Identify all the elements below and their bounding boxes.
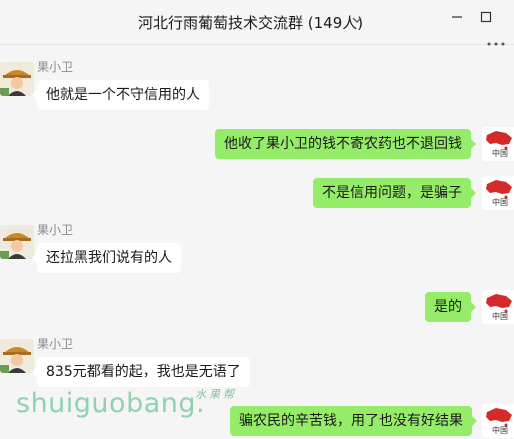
china-map-avatar-icon[interactable]: 中国 <box>482 176 514 210</box>
farmer-avatar-icon[interactable] <box>0 225 34 259</box>
more-icon[interactable] <box>484 40 508 48</box>
avatar-text: 中国 <box>492 197 508 207</box>
watermark-text-cn: 水果帮 <box>195 388 237 401</box>
watermark-text: shuiguobang. <box>16 388 206 419</box>
avatar-text: 中国 <box>492 425 508 435</box>
message-bubble[interactable]: 骗农民的辛苦钱，用了也没有好结果 <box>230 406 477 436</box>
maximize-icon[interactable] <box>479 10 493 24</box>
message-bubble[interactable]: 不是信用问题，是骗子 <box>313 178 476 208</box>
china-map-avatar-icon[interactable]: 中国 <box>482 127 514 161</box>
minimize-icon[interactable] <box>450 10 464 24</box>
china-map-avatar-icon[interactable]: 中国 <box>482 404 514 438</box>
sender-name: 果小卫 <box>37 337 74 351</box>
china-map-avatar-icon[interactable]: 中国 <box>482 290 514 324</box>
message-bubble[interactable]: 他收了果小卫的钱不寄农药也不退回钱 <box>215 129 476 159</box>
sender-name: 果小卫 <box>37 223 74 237</box>
avatar-text: 中国 <box>492 311 508 321</box>
chat-title[interactable]: 河北行雨葡萄技术交流群 (149人) <box>138 12 363 33</box>
title-bar: 河北行雨葡萄技术交流群 (149人) <box>0 0 514 45</box>
chevron-down-icon[interactable] <box>352 16 362 24</box>
farmer-avatar-icon[interactable] <box>0 339 34 373</box>
avatar-text: 中国 <box>492 148 508 158</box>
message-bubble[interactable]: 他就是一个不守信用的人 <box>32 80 209 110</box>
farmer-avatar-icon[interactable] <box>0 62 34 96</box>
sender-name: 果小卫 <box>37 60 74 74</box>
message-bubble[interactable]: 是的 <box>425 292 476 322</box>
message-bubble[interactable]: 还拉黑我们说有的人 <box>32 243 181 273</box>
message-bubble[interactable]: 835元都看的起，我也是无语了 <box>32 357 250 387</box>
